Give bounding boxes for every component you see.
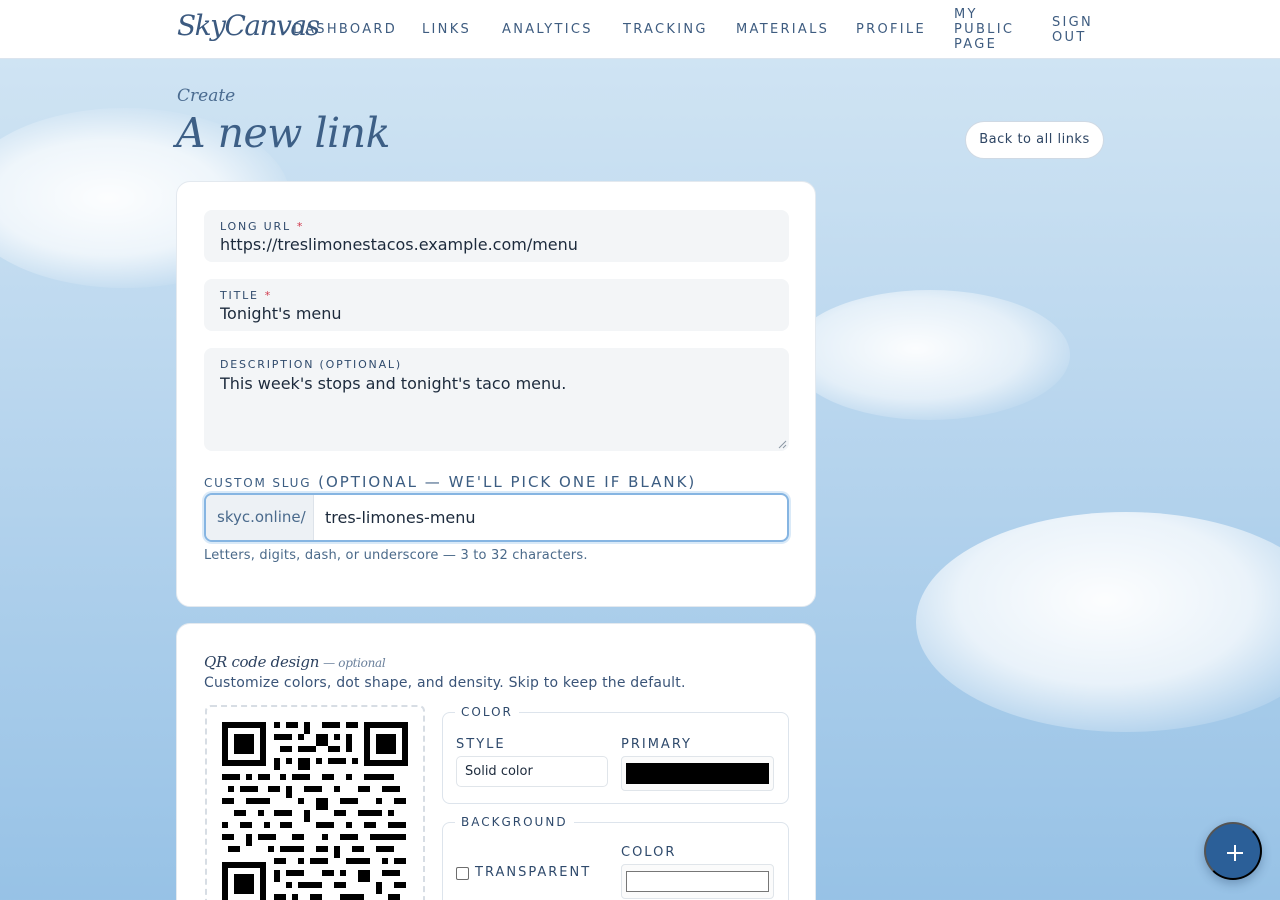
transparent-checkbox[interactable] bbox=[456, 867, 469, 880]
long-url-label: LONG URL * bbox=[220, 220, 304, 233]
required-mark: * bbox=[264, 289, 273, 302]
title-label: TITLE * bbox=[220, 289, 272, 302]
qr-style-label: STYLE bbox=[456, 737, 506, 752]
nav-dashboard[interactable]: DASHBOARD bbox=[293, 22, 397, 37]
description-field[interactable]: DESCRIPTION (OPTIONAL) This week's stops… bbox=[204, 348, 789, 451]
custom-slug-label-text: CUSTOM SLUG bbox=[204, 476, 312, 490]
top-navigation-bar: SkyCanvas DASHBOARD LINKS ANALYTICS TRAC… bbox=[0, 0, 1280, 59]
custom-slug-field[interactable]: skyc.online/ bbox=[204, 493, 789, 542]
nav-sign-out-line: SIGN bbox=[1052, 15, 1094, 30]
slug-domain-prefix: skyc.online/ bbox=[206, 495, 314, 540]
qr-background-legend: BACKGROUND bbox=[461, 815, 568, 829]
plus-icon-bar bbox=[1234, 845, 1236, 861]
qr-background-swatch bbox=[626, 871, 769, 892]
qr-background-color-picker[interactable] bbox=[621, 864, 774, 899]
nav-my-public-page-line: PUBLIC bbox=[954, 22, 1015, 37]
required-mark: * bbox=[296, 220, 305, 233]
qr-background-color-label: COLOR bbox=[621, 845, 677, 860]
qr-design-card: QR code design — optional Customize color… bbox=[176, 623, 816, 900]
nav-sign-out-line: OUT bbox=[1052, 30, 1087, 45]
cloud-decoration bbox=[916, 512, 1280, 732]
title-input[interactable] bbox=[220, 304, 770, 323]
qr-title-text: QR code design bbox=[204, 653, 320, 671]
qr-code-image bbox=[222, 722, 408, 900]
page-title: A new link bbox=[176, 109, 390, 157]
long-url-label-text: LONG URL bbox=[220, 220, 291, 233]
back-to-all-links-button[interactable]: Back to all links bbox=[965, 121, 1104, 159]
qr-style-select[interactable]: Solid color bbox=[456, 756, 608, 787]
nav-sign-out[interactable]: SIGN OUT bbox=[1052, 15, 1093, 45]
create-floating-button[interactable] bbox=[1204, 822, 1262, 880]
description-textarea[interactable]: This week's stops and tonight's taco men… bbox=[220, 374, 770, 434]
transparent-label: TRANSPARENT bbox=[475, 865, 592, 880]
custom-slug-label: CUSTOM SLUG (OPTIONAL — WE'LL PICK ONE I… bbox=[204, 473, 696, 491]
page-eyebrow: Create bbox=[177, 86, 236, 106]
qr-background-group: BACKGROUND TRANSPARENT COLOR bbox=[442, 815, 789, 900]
resize-handle-icon[interactable] bbox=[778, 440, 787, 449]
nav-tracking[interactable]: TRACKING bbox=[623, 22, 708, 37]
long-url-field[interactable]: LONG URL * bbox=[204, 210, 789, 262]
qr-primary-color-picker[interactable] bbox=[621, 756, 774, 791]
qr-title-note: — optional bbox=[323, 656, 386, 670]
cloud-decoration bbox=[790, 290, 1070, 420]
link-form-card: LONG URL * TITLE * DESCRIPTION (OPTIONAL) … bbox=[176, 181, 816, 607]
title-field[interactable]: TITLE * bbox=[204, 279, 789, 331]
nav-analytics[interactable]: ANALYTICS bbox=[502, 22, 593, 37]
qr-primary-label: PRIMARY bbox=[621, 737, 692, 752]
qr-primary-swatch bbox=[626, 763, 769, 784]
nav-links[interactable]: LINKS bbox=[422, 22, 471, 37]
qr-section-subtitle: Customize colors, dot shape, and density… bbox=[204, 675, 686, 691]
nav-my-public-page-line: PAGE bbox=[954, 37, 998, 52]
qr-color-group: COLOR STYLE Solid color PRIMARY bbox=[442, 705, 789, 804]
long-url-input[interactable] bbox=[220, 235, 770, 254]
custom-slug-input[interactable] bbox=[325, 495, 775, 540]
description-label: DESCRIPTION (OPTIONAL) bbox=[220, 358, 402, 371]
custom-slug-label-note: (OPTIONAL — WE'LL PICK ONE IF BLANK) bbox=[318, 473, 697, 491]
title-label-text: TITLE bbox=[220, 289, 259, 302]
nav-my-public-page[interactable]: MY PUBLIC PAGE bbox=[954, 7, 1014, 52]
slug-hint: Letters, digits, dash, or underscore — 3… bbox=[204, 548, 588, 563]
qr-color-legend: COLOR bbox=[461, 705, 513, 719]
qr-section-title: QR code design — optional bbox=[204, 653, 386, 671]
nav-profile[interactable]: PROFILE bbox=[856, 22, 926, 37]
qr-code-preview bbox=[205, 705, 425, 900]
nav-materials[interactable]: MATERIALS bbox=[736, 22, 829, 37]
nav-my-public-page-line: MY bbox=[954, 7, 978, 22]
